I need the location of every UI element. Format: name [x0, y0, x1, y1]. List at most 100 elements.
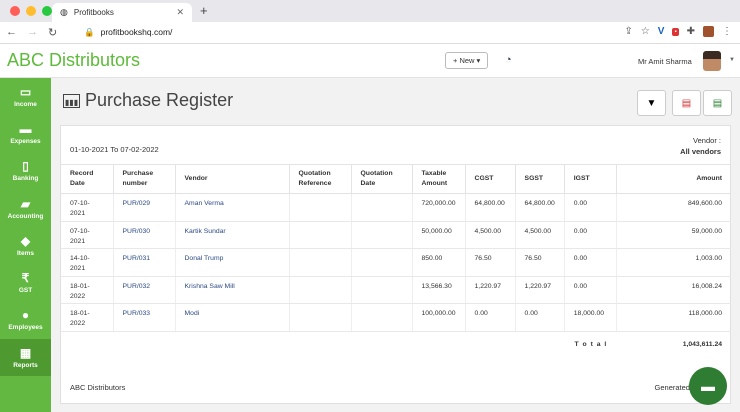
credit-card-icon: ▬ [19, 121, 32, 136]
export-excel-button[interactable]: ▤ [703, 90, 732, 116]
new-button[interactable]: + New ▾ [445, 52, 489, 69]
record-date: 07-10-2021 [61, 221, 114, 249]
vendor-value: All vendors [680, 147, 721, 156]
taxable-amount: 850.00 [412, 248, 466, 277]
col-amount: Amount [616, 164, 731, 194]
sidebar-item-accounting[interactable]: ▰ Accounting [0, 190, 51, 227]
tab-title: Profitbooks [73, 8, 114, 17]
igst: 0.00 [564, 221, 617, 249]
filter-button[interactable]: ▼ [637, 90, 666, 116]
cgst: 76.50 [465, 248, 516, 277]
company-brand[interactable]: ABC Distributors [7, 50, 140, 71]
maximize-window-button[interactable] [42, 6, 52, 16]
record-date: 18-01-2022 [61, 303, 114, 332]
sidebar-item-banking[interactable]: ▯ Banking [0, 153, 51, 190]
purchase-number-link[interactable]: PUR/030 [113, 221, 176, 249]
url-text: profitbookshq.com/ [100, 27, 173, 37]
quotation-date [351, 276, 413, 304]
extensions-puzzle-icon[interactable]: ✚ [687, 26, 695, 37]
pdf-file-icon: ▤ [681, 97, 692, 109]
sidebar-item-reports[interactable]: ▦ Reports [0, 339, 51, 377]
users-icon: ● [21, 308, 30, 323]
export-pdf-button[interactable]: ▤ [672, 90, 701, 116]
tag-icon: ◆ [20, 233, 31, 248]
rupee-icon: ₹ [21, 271, 30, 286]
vendor-link[interactable]: Donal Trump [175, 248, 290, 277]
table-row: 14-10-2021 PUR/031 Donal Trump 850.00 76… [61, 248, 731, 277]
sgst: 0.00 [515, 303, 565, 332]
extension-v-icon[interactable]: V [658, 26, 665, 37]
close-window-button[interactable] [10, 6, 20, 16]
sidebar-item-label: Accounting [7, 212, 44, 220]
taxable-amount: 720,000.00 [412, 193, 466, 222]
user-avatar[interactable] [703, 51, 721, 71]
vendor-filter-label: Vendor : All vendors [680, 135, 721, 157]
profile-avatar-icon[interactable] [703, 26, 714, 37]
amount: 59,000.00 [616, 221, 731, 249]
purchase-number-link[interactable]: PUR/032 [113, 276, 176, 304]
reload-icon[interactable]: ↻ [48, 26, 57, 39]
amount: 118,000.00 [616, 303, 731, 332]
browser-tab[interactable]: ◍ Profitbooks ✕ [52, 3, 192, 22]
vendor-label: Vendor : [693, 136, 721, 145]
forward-icon[interactable]: → [27, 26, 38, 39]
sgst: 64,800.00 [515, 193, 565, 222]
table-row: 18-01-2022 PUR/033 Modi 100,000.00 0.00 … [61, 303, 731, 332]
browser-tab-bar: ◍ Profitbooks ✕ + [0, 0, 740, 22]
bar-chart-icon: ▦ [19, 345, 32, 360]
filter-icon: ▼ [646, 97, 657, 109]
table-row: 07-10-2021 PUR/030 Kartik Sundar 50,000.… [61, 221, 731, 249]
chat-bubble-icon: ▬ [701, 378, 715, 394]
purchase-number-link[interactable]: PUR/029 [113, 193, 176, 222]
amount: 1,003.00 [616, 248, 731, 277]
sidebar-item-employees[interactable]: ● Employees [0, 302, 51, 339]
col-igst: IGST [564, 164, 617, 194]
taxable-amount: 50,000.00 [412, 221, 466, 249]
vendor-link[interactable]: Kartik Sundar [175, 221, 290, 249]
dashboard-gauge-icon[interactable]: ◔ [505, 54, 512, 66]
back-icon[interactable]: ← [6, 26, 17, 39]
address-bar[interactable]: 🔒 profitbookshq.com/ [84, 27, 172, 38]
sidebar-item-income[interactable]: ▭ Income [0, 78, 51, 115]
page-title-text: Purchase Register [85, 90, 234, 110]
vendor-link[interactable]: Krishna Saw Mill [175, 276, 290, 304]
report-card: 01-10-2021 To 07-02-2022 Vendor : All ve… [60, 125, 731, 404]
user-name[interactable]: Mr Amit Sharma [638, 57, 692, 66]
table-row: 18-01-2022 PUR/032 Krishna Saw Mill 13,5… [61, 276, 731, 304]
extension-pdf-icon[interactable]: ▪ [672, 27, 679, 36]
app-header: ABC Distributors + New ▾ ◔ Mr Amit Sharm… [0, 44, 740, 78]
new-tab-button[interactable]: + [200, 3, 208, 18]
total-amount: 1,043,611.24 [682, 341, 722, 348]
col-taxable-amount: Taxable Amount [412, 164, 466, 194]
browser-toolbar: ← → ↻ 🔒 profitbookshq.com/ ⇪ ☆ V ▪ ✚ ⋮ [0, 22, 740, 44]
vendor-link[interactable]: Modi [175, 303, 290, 332]
taxable-amount: 100,000.00 [412, 303, 466, 332]
record-date: 07-10-2021 [61, 193, 114, 222]
sidebar-item-items[interactable]: ◆ Items [0, 227, 51, 264]
minimize-window-button[interactable] [26, 6, 36, 16]
amount: 16,008.24 [616, 276, 731, 304]
share-icon[interactable]: ⇪ [624, 26, 632, 37]
browser-menu-icon[interactable]: ⋮ [722, 26, 732, 37]
sidebar-item-label: Items [17, 249, 34, 257]
sgst: 76.50 [515, 248, 565, 277]
igst: 0.00 [564, 248, 617, 277]
report-period: 01-10-2021 To 07-02-2022 [70, 145, 159, 154]
chat-widget-button[interactable]: ▬ [689, 367, 727, 405]
cgst: 64,800.00 [465, 193, 516, 222]
close-tab-icon[interactable]: ✕ [176, 7, 184, 18]
sidebar-item-gst[interactable]: ₹ GST [0, 264, 51, 301]
table-row: 07-10-2021 PUR/029 Aman Verma 720,000.00… [61, 193, 731, 222]
quotation-date [351, 248, 413, 277]
vendor-link[interactable]: Aman Verma [175, 193, 290, 222]
total-row: T o t a l 1,043,611.24 [61, 331, 731, 359]
sidebar-item-expenses[interactable]: ▬ Expenses [0, 115, 51, 152]
purchase-number-link[interactable]: PUR/031 [113, 248, 176, 277]
igst: 18,000.00 [564, 303, 617, 332]
chevron-down-icon[interactable]: ▼ [729, 57, 735, 63]
sidebar-item-label: Employees [8, 324, 43, 332]
bookmark-star-icon[interactable]: ☆ [641, 26, 650, 37]
footer-company: ABC Distributors [70, 383, 126, 392]
purchase-number-link[interactable]: PUR/033 [113, 303, 176, 332]
report-chart-icon: ▮▮▮ [63, 93, 80, 108]
